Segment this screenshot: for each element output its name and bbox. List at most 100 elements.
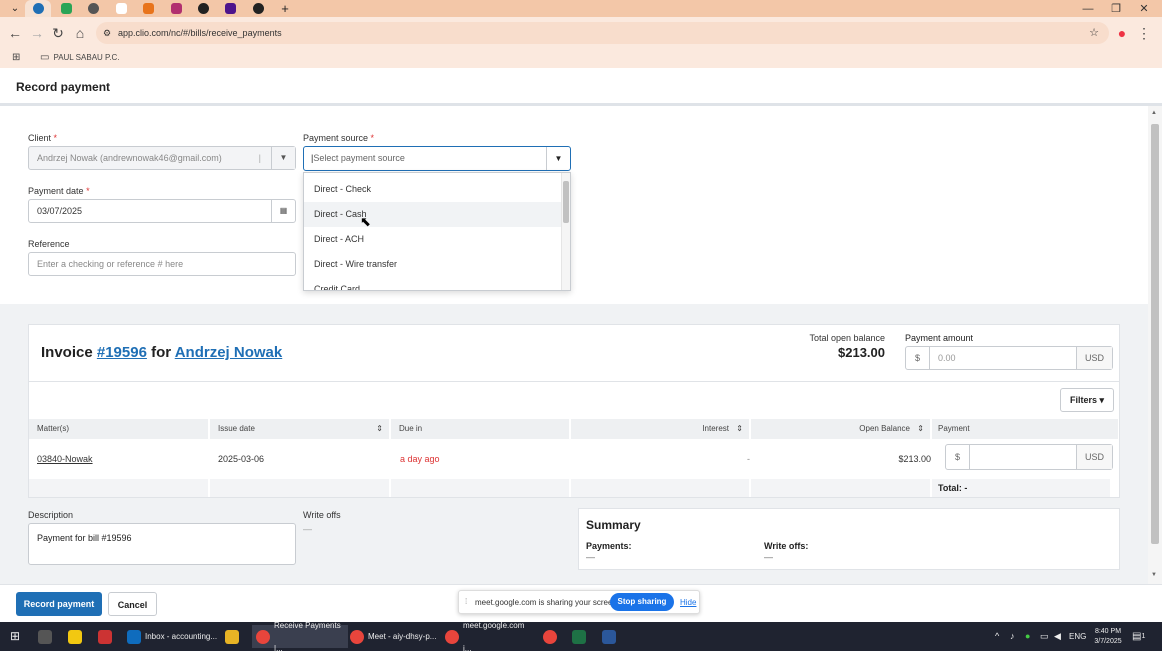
option-direct-wire-transfer[interactable]: Direct - Wire transfer xyxy=(304,252,562,277)
invoice-number-link[interactable]: #19596 xyxy=(97,344,147,361)
dropdown-scrollbar[interactable] xyxy=(561,173,570,290)
home-icon[interactable]: ⌂ xyxy=(70,23,90,43)
option-direct-ach[interactable]: Direct - ACH xyxy=(304,227,562,252)
tray-chevron-icon[interactable]: ^ xyxy=(995,625,999,648)
network-icon[interactable]: ▭ xyxy=(1040,625,1049,648)
column-header-open-balance[interactable]: Open Balance ⇕ xyxy=(751,419,931,439)
scrollbar-thumb[interactable] xyxy=(1151,124,1159,544)
minimize-icon[interactable]: — xyxy=(1074,0,1102,17)
currency-symbol: $ xyxy=(906,347,930,369)
tab-fedex[interactable] xyxy=(217,0,243,17)
stop-sharing-button[interactable]: Stop sharing xyxy=(610,593,674,611)
payment-amount-input[interactable]: $ 0.00 USD xyxy=(905,346,1113,370)
chevron-down-icon[interactable]: ▼ xyxy=(546,147,570,170)
menu-kebab-icon[interactable]: ⋮ xyxy=(1134,23,1154,43)
status-icon[interactable]: ● xyxy=(1025,625,1030,648)
forward-icon[interactable]: → xyxy=(27,23,47,43)
sort-icon[interactable]: ⇕ xyxy=(917,419,924,439)
calendar-icon[interactable]: ▦ xyxy=(271,200,295,222)
clio-icon xyxy=(32,3,44,14)
extension-icon[interactable]: ● xyxy=(1112,23,1132,43)
issue-date-cell: 2025-03-06 xyxy=(218,454,265,464)
payment-source-input[interactable]: |Select payment source ▼ xyxy=(303,146,571,171)
option-credit-card[interactable]: Credit Card xyxy=(304,277,562,290)
tab-app[interactable] xyxy=(135,0,161,17)
client-select[interactable]: Andrzej Nowak (andrewnowak46@gmail.com) … xyxy=(28,146,296,170)
outlook-icon xyxy=(127,629,141,644)
tab-sheets[interactable] xyxy=(53,0,79,17)
drag-handle-icon[interactable]: ⁞ xyxy=(465,597,467,606)
taskbar-chrome[interactable] xyxy=(543,625,561,648)
reference-input[interactable]: Enter a checking or reference # here xyxy=(28,252,296,276)
clear-icon[interactable]: | xyxy=(259,147,261,169)
folder-icon xyxy=(225,629,239,644)
hide-link[interactable]: Hide xyxy=(680,598,696,607)
sort-icon[interactable]: ⇕ xyxy=(736,419,743,439)
taskbar-chrome-active[interactable]: Receive Payments |... xyxy=(252,621,348,653)
chrome-icon xyxy=(350,629,364,644)
due-in-cell: a day ago xyxy=(400,454,440,464)
sort-icon[interactable]: ⇕ xyxy=(376,419,383,439)
dropdown-scroll-thumb[interactable] xyxy=(563,181,569,223)
page-scrollbar[interactable]: ▲ ▼ xyxy=(1148,106,1162,584)
taskbar-word[interactable] xyxy=(602,625,620,648)
taskbar-explorer[interactable] xyxy=(225,625,243,648)
chrome-icon xyxy=(445,629,459,644)
payment-amount-placeholder: 0.00 xyxy=(938,353,956,363)
excel-icon xyxy=(572,629,586,644)
screen-share-bar: ⁞ meet.google.com is sharing your screen… xyxy=(458,590,700,614)
description-textarea[interactable]: Payment for bill #19596 xyxy=(28,523,296,565)
start-icon[interactable]: ⊞ xyxy=(10,625,20,648)
option-direct-check[interactable]: Direct - Check xyxy=(304,177,562,202)
restore-icon[interactable]: ❐ xyxy=(1102,0,1130,17)
filters-button[interactable]: Filters ▾ xyxy=(1060,388,1114,412)
summary-payments-label: Payments: xyxy=(586,541,632,551)
tab-clio[interactable] xyxy=(25,0,51,17)
column-header-issue-date[interactable]: Issue date ⇕ xyxy=(210,419,390,439)
bookmark-folder[interactable]: ▭ PAUL SABAU P.C. xyxy=(40,52,120,63)
row-payment-input[interactable]: $ USD xyxy=(945,444,1113,470)
cancel-button[interactable]: Cancel xyxy=(108,592,157,616)
new-tab-icon[interactable]: + xyxy=(272,0,298,17)
taskbar-meet-share[interactable]: meet.google.com i... xyxy=(445,621,535,653)
column-header-interest[interactable]: Interest ⇕ xyxy=(571,419,750,439)
payment-source-placeholder: Select payment source xyxy=(313,153,405,163)
share-text: meet.google.com is sharing your screen. xyxy=(475,598,620,607)
notifications-icon[interactable]: ▤ 1 xyxy=(1132,625,1145,648)
taskbar-meet[interactable]: Meet - aiy-dhsy-p... xyxy=(350,625,440,648)
apps-grid-icon[interactable]: ⊞ xyxy=(12,52,20,63)
payment-source-label: Payment source * xyxy=(303,133,375,143)
option-direct-cash[interactable]: Direct - Cash xyxy=(304,202,562,227)
page-title: Record payment xyxy=(16,80,111,94)
volume-icon[interactable]: ◀ xyxy=(1054,625,1061,648)
taskbar-excel[interactable] xyxy=(572,625,590,648)
close-icon[interactable]: ✕ xyxy=(1130,0,1158,17)
scroll-down-icon[interactable]: ▼ xyxy=(1151,572,1157,578)
taskbar-app[interactable] xyxy=(98,625,116,648)
triangle-icon xyxy=(142,3,154,14)
chevron-down-icon[interactable]: ▼ xyxy=(271,147,295,169)
summary-writeoffs-label: Write offs: xyxy=(764,541,809,551)
tab-site[interactable] xyxy=(80,0,106,17)
matter-link[interactable]: 03840-Nowak xyxy=(37,440,93,478)
taskbar-calculator[interactable] xyxy=(38,625,56,648)
back-icon[interactable]: ← xyxy=(5,23,25,43)
reload-icon[interactable]: ↻ xyxy=(48,23,68,43)
bookmark-star-icon[interactable]: ☆ xyxy=(1089,22,1099,44)
tab-other[interactable] xyxy=(245,0,271,17)
address-bar[interactable]: ⚙ app.clio.com/nc/#/bills/receive_paymen… xyxy=(96,22,1109,44)
site-info-icon[interactable]: ⚙ xyxy=(103,22,111,44)
scroll-up-icon[interactable]: ▲ xyxy=(1151,110,1157,116)
payment-date-input[interactable]: 03/07/2025 ▦ xyxy=(28,199,296,223)
mic-icon[interactable]: ♪ xyxy=(1010,625,1015,648)
client-name-link[interactable]: Andrzej Nowak xyxy=(175,344,283,361)
language-indicator[interactable]: ENG xyxy=(1069,625,1086,648)
taskbar-notes[interactable] xyxy=(68,625,86,648)
record-payment-button[interactable]: Record payment xyxy=(16,592,102,616)
tab-slack[interactable] xyxy=(163,0,189,17)
taskbar-outlook[interactable]: Inbox - accounting... xyxy=(127,625,239,648)
clock[interactable]: 8:40 PM 3/7/2025 xyxy=(1090,625,1126,648)
folder-icon: ▭ xyxy=(40,52,50,63)
tab-info[interactable] xyxy=(190,0,216,17)
tab-gmail[interactable] xyxy=(108,0,134,17)
